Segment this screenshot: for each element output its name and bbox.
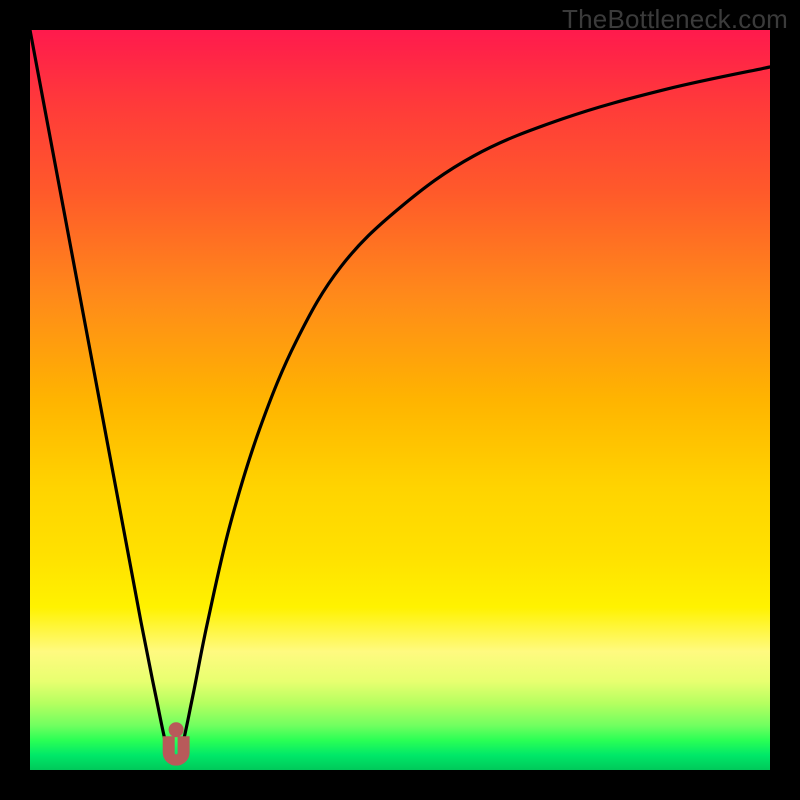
bottleneck-curve-path bbox=[30, 30, 770, 763]
plot-area bbox=[30, 30, 770, 770]
bottleneck-curve-svg bbox=[30, 30, 770, 770]
optimal-point-dot bbox=[169, 722, 184, 737]
watermark-text: TheBottleneck.com bbox=[562, 4, 788, 35]
optimal-point-marker bbox=[163, 737, 189, 765]
